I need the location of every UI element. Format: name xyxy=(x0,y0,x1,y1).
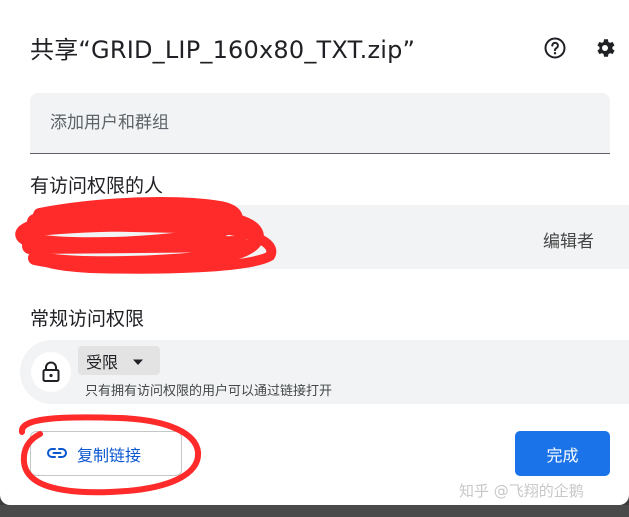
access-level-value: 受限 xyxy=(86,352,119,372)
link-icon xyxy=(47,444,67,463)
person-row[interactable] xyxy=(22,205,629,269)
watermark: 知乎 @飞翔的企鹅 xyxy=(459,482,584,500)
add-people-input[interactable] xyxy=(30,93,610,153)
access-level-select[interactable]: 受限 xyxy=(78,346,160,375)
done-button[interactable]: 完成 xyxy=(515,431,610,476)
person-role-dropdown[interactable]: 编辑者 xyxy=(543,227,594,252)
share-dialog: 共享“GRID_LIP_160x80_TXT.zip” 有访问权限的人 编辑者 … xyxy=(0,0,629,505)
general-access-title: 常规访问权限 xyxy=(30,308,145,330)
backdrop xyxy=(0,505,629,517)
copy-link-button[interactable]: 复制链接 xyxy=(30,431,182,476)
people-section-title: 有访问权限的人 xyxy=(30,175,164,197)
access-description: 只有拥有访问权限的用户可以通过链接打开 xyxy=(85,384,333,399)
help-icon[interactable] xyxy=(543,36,567,60)
dialog-title: 共享“GRID_LIP_160x80_TXT.zip” xyxy=(30,36,416,64)
add-people-field[interactable] xyxy=(30,93,610,154)
lock-icon xyxy=(31,352,71,392)
caret-down-icon xyxy=(132,351,144,370)
settings-gear-icon[interactable] xyxy=(593,36,617,60)
copy-link-label: 复制链接 xyxy=(77,445,142,465)
